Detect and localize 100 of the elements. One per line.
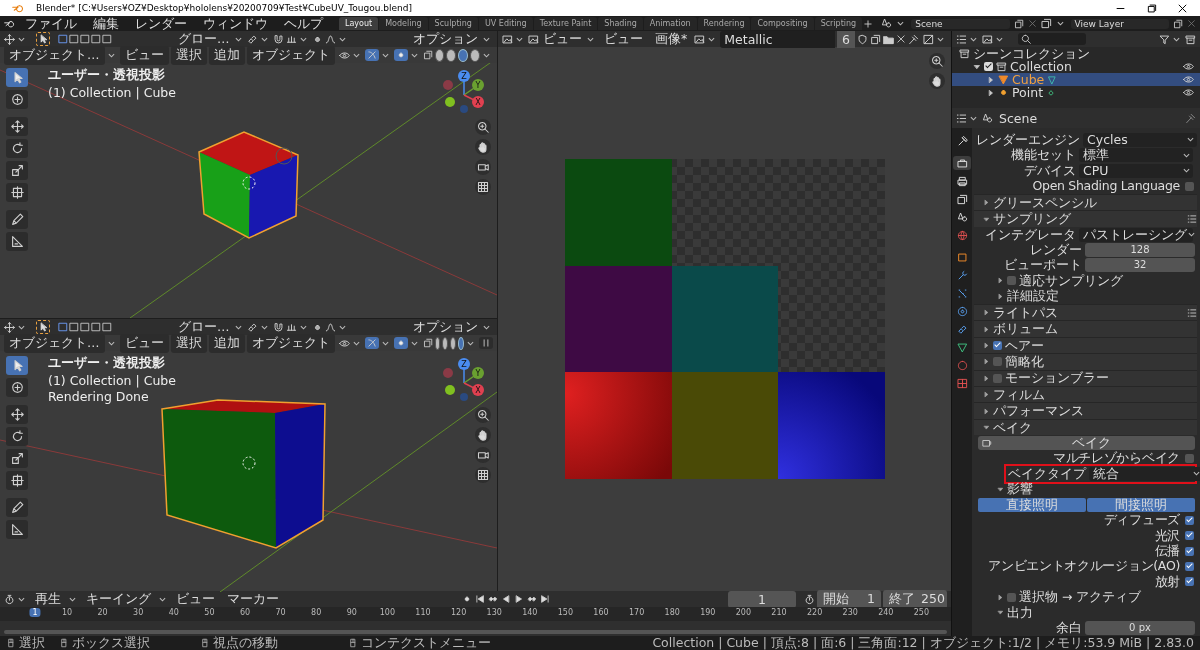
frame-number: 50: [203, 608, 216, 617]
view-dropdown[interactable]: ビュー: [541, 30, 584, 48]
workspace-tab[interactable]: Scripting: [814, 17, 863, 30]
workspace-tab[interactable]: UV Editing: [478, 17, 533, 30]
frame-number: 130: [485, 608, 503, 617]
menu-item[interactable]: ヘルプ: [278, 16, 329, 31]
status-info: Collection | Cube | 頂点:8 | 面:6 | 三角面:12 | オブジェクト:1/2 | メモリ:53.9 MiB | 2.83.0: [652, 636, 1194, 650]
outliner-row[interactable]: Cube: [952, 73, 1200, 86]
dropdown[interactable]: 統合: [1089, 466, 1200, 481]
menu-item[interactable]: ビュー: [171, 589, 220, 609]
orientation-dropdown[interactable]: グロー…: [176, 30, 232, 48]
options-dropdown[interactable]: オプション: [411, 318, 480, 336]
checkbox-label: Open Shading Language: [1032, 179, 1180, 194]
field-label: 開始: [823, 590, 849, 608]
number-field[interactable]: 32: [1085, 258, 1195, 273]
number-field[interactable]: 128: [1085, 242, 1195, 257]
checkbox-label: 伝播: [1154, 544, 1180, 559]
view-layer-field[interactable]: View Layer: [1070, 18, 1169, 29]
viewport-info: (1) Collection | Cube: [48, 373, 176, 388]
panel-header[interactable]: ヘアー: [1005, 338, 1044, 353]
field-value: 250: [921, 590, 945, 608]
checkbox-label: 放射: [1154, 574, 1180, 589]
dropdown[interactable]: Cycles: [1083, 132, 1197, 147]
dropdown[interactable]: パストレーシング: [1079, 227, 1193, 242]
axis-label: X: [475, 98, 481, 107]
workspace-tab[interactable]: Shading: [598, 17, 643, 30]
workspace-tab[interactable]: Sculpting: [428, 17, 478, 30]
viewport-info: ユーザー・透視投影: [48, 355, 166, 372]
frame-number: 230: [841, 608, 859, 617]
panel-header[interactable]: 出力: [1007, 605, 1033, 620]
menu-item[interactable]: マーカー: [222, 589, 284, 609]
dropdown[interactable]: 標準: [1079, 148, 1193, 163]
options-dropdown[interactable]: オプション: [411, 30, 480, 48]
workspace-tab[interactable]: Rendering: [697, 17, 751, 30]
field-label: 機能セット: [1010, 148, 1076, 163]
workspace-tab[interactable]: Texture Paint: [533, 17, 598, 30]
frame-number: 1: [29, 608, 41, 617]
frame-number: 70: [274, 608, 287, 617]
panel-header[interactable]: 適応サンプリング: [1019, 273, 1123, 288]
panel-header[interactable]: ベイク: [993, 420, 1032, 435]
menu-item[interactable]: 画像*: [650, 29, 693, 49]
orientation-dropdown[interactable]: グロー…: [176, 318, 232, 336]
viewport-info: (1) Collection | Cube: [48, 85, 176, 100]
field-label: ビューポート: [1003, 258, 1082, 273]
dropdown[interactable]: CPU: [1079, 163, 1193, 178]
field-label: ベイクタイプ: [1008, 466, 1086, 481]
toggle-button[interactable]: 直接照明: [978, 497, 1086, 512]
frame-number: 170: [627, 608, 646, 617]
workspace-tab[interactable]: Layout: [339, 17, 379, 30]
frame-number: 240: [877, 608, 895, 617]
frame-number: 30: [132, 608, 145, 617]
status-hint: 選択: [19, 636, 45, 650]
bake-button[interactable]: ベイク: [978, 436, 1195, 451]
frame-number: 100: [378, 608, 397, 617]
outliner-row[interactable]: Collection: [952, 60, 1200, 73]
toggle-button[interactable]: 間接照明: [1087, 497, 1195, 512]
menu-item[interactable]: ファイル: [19, 16, 83, 31]
outliner-row[interactable]: シーンコレクション: [952, 47, 1200, 60]
menu-item[interactable]: ウィンドウ: [197, 16, 274, 31]
workspace-tab[interactable]: Compositing: [751, 17, 814, 30]
frame-number: 190: [699, 608, 717, 617]
field-label: 終了: [889, 590, 915, 608]
field-label: 余白: [1055, 621, 1082, 636]
window-title: Blender* [C:¥Users¥OZ¥Desktop¥hololens¥20200709¥Test¥CubeUV_Tougou.blend]: [36, 3, 412, 13]
workspace-tab[interactable]: Modeling: [379, 17, 428, 30]
frame-number: 60: [238, 608, 252, 617]
number-field[interactable]: 0 px: [1085, 621, 1195, 636]
axis-label: Z: [461, 360, 467, 369]
field-label: インテグレータ: [984, 227, 1076, 242]
frame-number: 110: [414, 608, 432, 617]
panel-header[interactable]: 簡略化: [1005, 354, 1044, 369]
panel-header[interactable]: 詳細設定: [1007, 289, 1059, 304]
frame-number: 90: [345, 608, 358, 617]
mode-dropdown[interactable]: オブジェクト…: [4, 333, 105, 353]
field-label: レンダーエンジン: [976, 132, 1080, 147]
frame-number: 140: [521, 608, 539, 617]
status-hint: コンテクストメニュー: [361, 636, 491, 650]
frame-number: 160: [592, 608, 610, 617]
axis-label: Y: [475, 81, 481, 90]
mode-dropdown[interactable]: オブジェクト…: [4, 45, 105, 65]
frame-number: 120: [449, 608, 468, 617]
menu-item[interactable]: 編集: [87, 16, 125, 31]
outliner-row[interactable]: Point: [952, 86, 1200, 99]
menu-item[interactable]: 再生: [30, 589, 66, 609]
outliner-label: シーンコレクション: [973, 47, 1090, 60]
menu-item[interactable]: キーイング: [81, 589, 156, 609]
menu-item[interactable]: ビュー: [599, 29, 648, 49]
frame-number: 20: [96, 608, 109, 617]
checkbox-label: ディフューズ: [1103, 513, 1180, 528]
panel-header[interactable]: 選択物 → アクティブ: [1019, 590, 1142, 605]
frame-number: 40: [167, 608, 180, 617]
frame-number: 10: [60, 608, 74, 617]
menu-item[interactable]: レンダー: [129, 16, 193, 31]
field-label: レンダー: [1029, 242, 1082, 257]
workspace-tab[interactable]: Animation: [643, 17, 697, 30]
field-label: デバイス: [1023, 163, 1076, 178]
status-hint: ボックス選択: [72, 636, 150, 650]
scene-field[interactable]: Scene: [911, 18, 1010, 29]
panel-header[interactable]: 影響: [1007, 482, 1033, 497]
axis-label: Y: [475, 369, 481, 378]
